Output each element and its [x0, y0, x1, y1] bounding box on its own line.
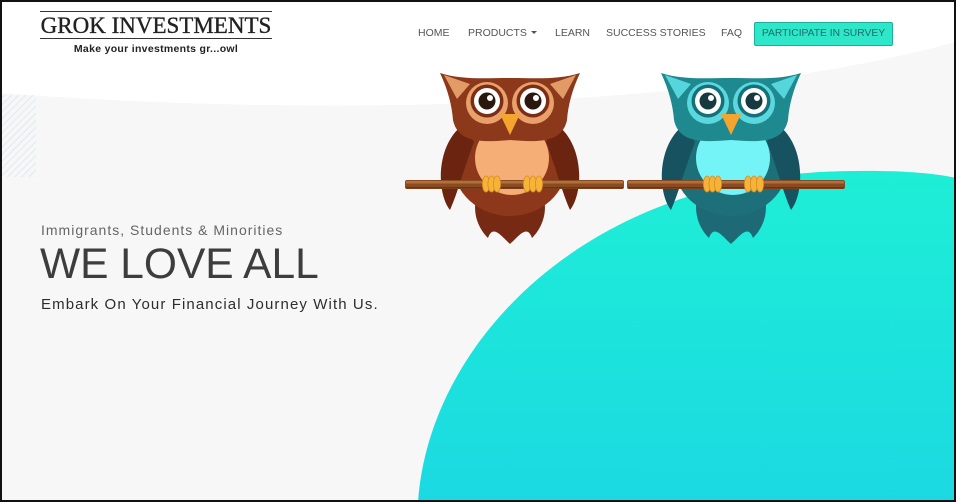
nav-faq[interactable]: FAQ: [721, 26, 742, 40]
main-nav: HOME PRODUCTS LEARN SUCCESS STORIES FAQ …: [0, 0, 956, 60]
owl-left-eye: [687, 82, 729, 124]
cta-label: PARTICIPATE IN SURVEY: [761, 28, 886, 39]
owl-toe: [492, 175, 501, 193]
owl-right-eye: [733, 82, 775, 124]
brown-owl: [440, 73, 580, 244]
nav-label: SUCCESS STORIES: [606, 27, 706, 39]
landing-page: GROK INVESTMENTS Make your investments g…: [0, 0, 956, 502]
nav-success-stories[interactable]: SUCCESS STORIES: [606, 26, 706, 40]
nav-label: PRODUCTS: [468, 27, 527, 39]
eye-pupil: [478, 92, 496, 110]
eye-highlight: [487, 95, 493, 101]
nav-home[interactable]: HOME: [418, 26, 450, 40]
caret-down-icon: [530, 30, 537, 34]
participate-survey-button[interactable]: PARTICIPATE IN SURVEY: [754, 22, 893, 46]
owl-left-foot: [702, 175, 722, 193]
eye-pupil: [699, 92, 717, 110]
eye-pupil: [524, 92, 542, 110]
nav-learn[interactable]: LEARN: [555, 26, 590, 40]
nav-label: LEARN: [555, 27, 591, 39]
hero-subtext: Embark On Your Financial Journey With Us…: [41, 296, 379, 313]
owl-toe: [713, 175, 722, 193]
branch-highlight: [628, 181, 844, 184]
nav-label: FAQ: [721, 27, 743, 39]
owl-left-eye: [466, 82, 508, 124]
nav-products-dropdown[interactable]: PRODUCTS: [468, 26, 537, 40]
eye-highlight: [754, 95, 760, 101]
owl-toe: [534, 175, 543, 193]
branch-shadow: [628, 187, 844, 189]
owl-right-foot: [522, 175, 543, 193]
owl-right-eye: [512, 82, 554, 124]
owl-left-foot: [481, 175, 501, 193]
owl-toe: [755, 175, 764, 193]
branch-shadow: [406, 187, 623, 189]
hero-headline: WE LOVE ALL: [40, 241, 319, 288]
hero-eyebrow: Immigrants, Students & Minorities: [41, 222, 284, 238]
eye-highlight: [708, 95, 714, 101]
nav-label: HOME: [418, 27, 450, 39]
owl-right-foot: [743, 175, 764, 193]
branch: [405, 180, 845, 189]
hero: Immigrants, Students & Minorities WE LOV…: [0, 0, 420, 502]
eye-pupil: [745, 92, 763, 110]
teal-owl: [661, 73, 801, 244]
eye-highlight: [533, 95, 539, 101]
branch-highlight: [406, 181, 623, 184]
